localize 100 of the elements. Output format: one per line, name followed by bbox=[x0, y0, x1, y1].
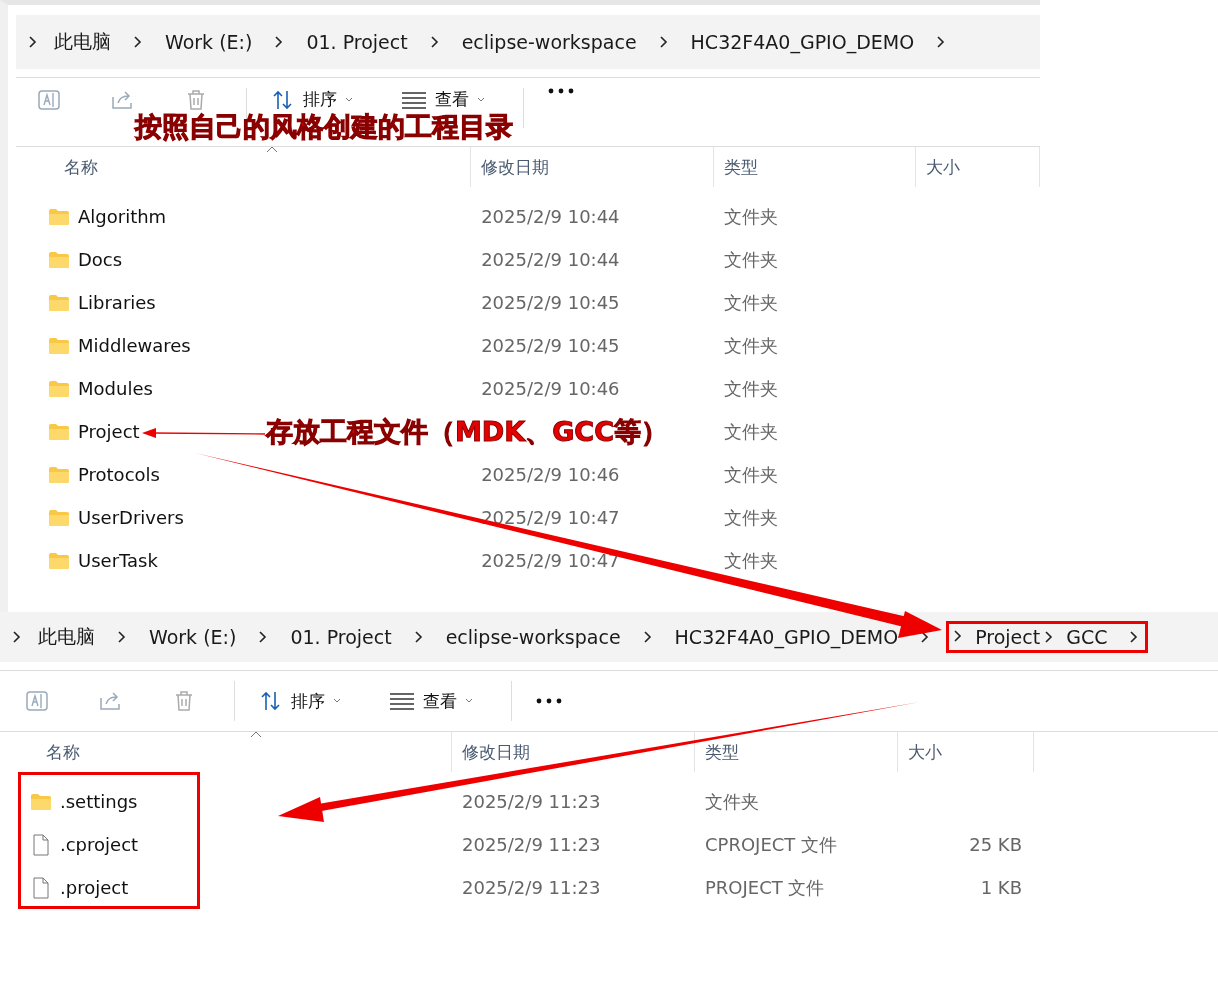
file-type: 文件夹 bbox=[723, 334, 778, 356]
folder-icon bbox=[48, 293, 70, 312]
modified-date: 2025/2/9 11:23 bbox=[462, 834, 601, 855]
file-type: 文件夹 bbox=[723, 205, 778, 227]
file-name[interactable]: Middlewares bbox=[78, 335, 191, 356]
file-type: 文件夹 bbox=[723, 248, 778, 270]
folder-icon bbox=[30, 792, 52, 811]
sort-button[interactable]: 排序 bbox=[271, 88, 353, 111]
more-button[interactable] bbox=[536, 698, 562, 704]
breadcrumb-item[interactable]: 01. Project bbox=[306, 31, 408, 53]
chevron-icon bbox=[953, 628, 964, 643]
file-size: 1 KB bbox=[980, 877, 1022, 898]
modified-date: 2025/2/9 10:46 bbox=[481, 464, 620, 485]
column-header[interactable]: 名称 bbox=[0, 732, 452, 772]
breadcrumb-item[interactable]: eclipse-workspace bbox=[445, 626, 621, 648]
chevron-icon bbox=[920, 630, 931, 644]
folder-icon bbox=[48, 207, 70, 226]
file-name[interactable]: Algorithm bbox=[78, 206, 167, 227]
sort-icon bbox=[271, 88, 295, 111]
file-name[interactable]: .project bbox=[60, 877, 129, 898]
modified-date: 2025/2/9 10:46 bbox=[481, 378, 620, 399]
chevron-icon bbox=[429, 35, 440, 49]
chevron-icon bbox=[274, 35, 285, 49]
file-name[interactable]: Modules bbox=[78, 378, 153, 399]
caret-icon bbox=[345, 96, 353, 103]
chevron-icon bbox=[258, 630, 269, 644]
chevron-icon bbox=[28, 35, 38, 49]
chevron-icon bbox=[12, 630, 22, 644]
column-header[interactable]: 类型 bbox=[713, 147, 917, 187]
modified-date: 2025/2/9 10:44 bbox=[481, 249, 620, 270]
breadcrumb-item[interactable]: 此电脑 bbox=[38, 624, 95, 650]
modified-date: 2025/2/9 10:45 bbox=[481, 335, 620, 356]
file-type: 文件夹 bbox=[723, 506, 778, 528]
file-type: 文件夹 bbox=[723, 377, 778, 399]
view-button[interactable]: 查看 bbox=[401, 88, 485, 111]
file-name[interactable]: .settings bbox=[60, 791, 138, 812]
file-type: PROJECT 文件 bbox=[705, 876, 825, 898]
file-type: 文件夹 bbox=[705, 790, 759, 812]
rename-button[interactable] bbox=[36, 88, 62, 112]
annotation-label: 按照自己的风格创建的工程目录 bbox=[135, 113, 513, 140]
breadcrumb-item[interactable]: GCC bbox=[1066, 626, 1108, 648]
file-name[interactable]: Project bbox=[78, 421, 140, 442]
chevron-icon bbox=[117, 630, 127, 644]
file-type: 文件夹 bbox=[723, 291, 778, 313]
file-type: 文件夹 bbox=[723, 420, 778, 442]
modified-date: 2025/2/9 10:44 bbox=[481, 206, 620, 227]
sort-icon bbox=[259, 690, 283, 712]
caret-icon bbox=[477, 96, 485, 103]
file-name[interactable]: UserDrivers bbox=[78, 507, 184, 528]
file-type: 文件夹 bbox=[723, 463, 778, 485]
folder-icon bbox=[48, 551, 70, 570]
file-type: CPROJECT 文件 bbox=[705, 833, 838, 855]
breadcrumb-item[interactable]: eclipse-workspace bbox=[461, 31, 637, 53]
file-name[interactable]: Protocols bbox=[78, 464, 160, 485]
modified-date: 2025/2/9 11:23 bbox=[462, 877, 601, 898]
sort-caret-icon bbox=[250, 731, 262, 738]
breadcrumb-item[interactable]: Project bbox=[975, 626, 1041, 648]
folder-icon bbox=[48, 379, 70, 398]
list-icon bbox=[389, 692, 415, 710]
column-header[interactable]: 名称 bbox=[16, 147, 472, 187]
file-icon bbox=[30, 876, 52, 899]
annotation-label: 存放工程文件（MDK、GCC等） bbox=[266, 418, 668, 445]
file-type: 文件夹 bbox=[723, 549, 778, 571]
breadcrumb-item[interactable]: 01. Project bbox=[290, 626, 392, 648]
chevron-icon bbox=[413, 630, 424, 644]
breadcrumb-item[interactable]: 此电脑 bbox=[54, 29, 111, 55]
chevron-icon bbox=[1129, 630, 1140, 644]
file-icon bbox=[30, 833, 52, 856]
chevron-icon bbox=[1044, 630, 1055, 644]
breadcrumb-item[interactable]: Work (E:) bbox=[165, 31, 253, 53]
folder-icon bbox=[48, 508, 70, 527]
folder-icon bbox=[48, 422, 70, 441]
more-button[interactable] bbox=[548, 88, 574, 94]
column-header[interactable]: 大小 bbox=[898, 732, 1034, 772]
chevron-icon bbox=[658, 35, 669, 49]
folder-icon bbox=[48, 336, 70, 355]
modified-date: 2025/2/9 11:23 bbox=[462, 791, 601, 812]
column-header[interactable]: 大小 bbox=[916, 147, 1040, 187]
column-header[interactable]: 修改日期 bbox=[471, 147, 714, 187]
folder-icon bbox=[48, 250, 70, 269]
file-name[interactable]: Docs bbox=[78, 249, 123, 270]
sort-caret-icon bbox=[266, 146, 278, 153]
breadcrumb-item[interactable]: HC32F4A0_GPIO_DEMO bbox=[674, 626, 899, 648]
file-size: 25 KB bbox=[969, 834, 1022, 855]
breadcrumb-item[interactable]: Work (E:) bbox=[149, 626, 237, 648]
sort-button[interactable]: 排序 bbox=[259, 689, 341, 713]
modified-date: 2025/2/9 10:45 bbox=[481, 292, 620, 313]
caret-icon bbox=[333, 698, 341, 704]
chevron-icon bbox=[642, 630, 653, 644]
caret-icon bbox=[465, 698, 473, 704]
file-name[interactable]: .cproject bbox=[60, 834, 139, 855]
breadcrumb-item[interactable]: HC32F4A0_GPIO_DEMO bbox=[690, 31, 915, 53]
file-name[interactable]: UserTask bbox=[78, 550, 158, 571]
chevron-icon bbox=[936, 35, 947, 49]
folder-icon bbox=[48, 465, 70, 484]
view-button[interactable]: 查看 bbox=[389, 689, 473, 713]
file-name[interactable]: Libraries bbox=[78, 292, 156, 313]
list-icon bbox=[401, 90, 427, 109]
rename-button[interactable] bbox=[24, 689, 50, 713]
modified-date: 2025/2/9 10:47 bbox=[481, 507, 620, 528]
